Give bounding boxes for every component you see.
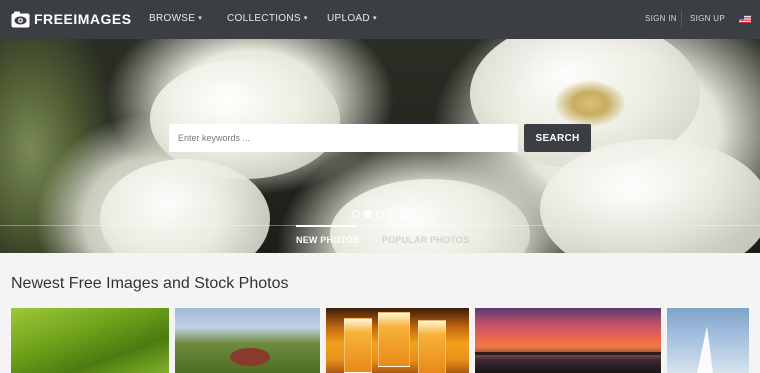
section-title: Newest Free Images and Stock Photos: [11, 275, 289, 292]
beer-glass-shape: [378, 312, 410, 367]
hero-image-stamen: [555, 81, 625, 126]
sail-shape: [697, 326, 713, 373]
eye-camera-logo-icon: [11, 11, 30, 27]
nav-upload[interactable]: UPLOAD ▾: [327, 13, 377, 24]
sign-up-link[interactable]: SIGN UP: [690, 14, 725, 23]
chevron-down-icon: ▾: [198, 15, 203, 22]
carousel-dots: [352, 210, 408, 218]
brand-logo[interactable]: FREEIMAGES: [11, 9, 132, 29]
brand-name: FREEIMAGES: [34, 11, 132, 27]
carousel-dot[interactable]: [376, 210, 384, 218]
nav-collections-label: COLLECTIONS: [227, 13, 301, 24]
crab-shape: [230, 348, 270, 366]
photo-thumbnail-sunset[interactable]: [475, 308, 661, 373]
photo-thumbnail-beer[interactable]: [326, 308, 469, 373]
nav-upload-label: UPLOAD: [327, 13, 370, 24]
tab-popular-photos[interactable]: POPULAR PHOTOS: [382, 235, 469, 245]
carousel-dot[interactable]: [400, 210, 408, 218]
tabs-divider: [0, 225, 760, 226]
carousel-dot[interactable]: [388, 210, 396, 218]
nav-collections[interactable]: COLLECTIONS ▾: [227, 13, 308, 24]
nav-divider: [681, 10, 682, 28]
nav-browse-label: BROWSE: [149, 13, 196, 24]
nav-browse[interactable]: BROWSE ▾: [149, 13, 202, 24]
active-tab-indicator: [296, 225, 357, 227]
chevron-down-icon: ▾: [372, 15, 377, 22]
photo-thumbnail-crab[interactable]: [175, 308, 320, 373]
top-navbar: FREEIMAGES BROWSE ▾ COLLECTIONS ▾ UPLOAD ▾ …: [0, 0, 760, 39]
carousel-dot[interactable]: [352, 210, 360, 218]
us-flag-icon[interactable]: [739, 15, 751, 23]
horizon-shape: [475, 352, 661, 355]
search-button[interactable]: SEARCH: [524, 124, 591, 152]
carousel-dot-active[interactable]: [364, 210, 372, 218]
search-input[interactable]: [169, 124, 518, 152]
sign-in-link[interactable]: SIGN IN: [645, 14, 677, 23]
tab-new-photos[interactable]: NEW PHOTOS: [296, 235, 359, 245]
beer-glass-shape: [344, 318, 372, 373]
photo-thumbnail-grass[interactable]: [11, 308, 169, 373]
chevron-down-icon: ▾: [303, 15, 308, 22]
photo-thumbnail-sail[interactable]: [667, 308, 749, 373]
beer-glass-shape: [418, 320, 446, 373]
